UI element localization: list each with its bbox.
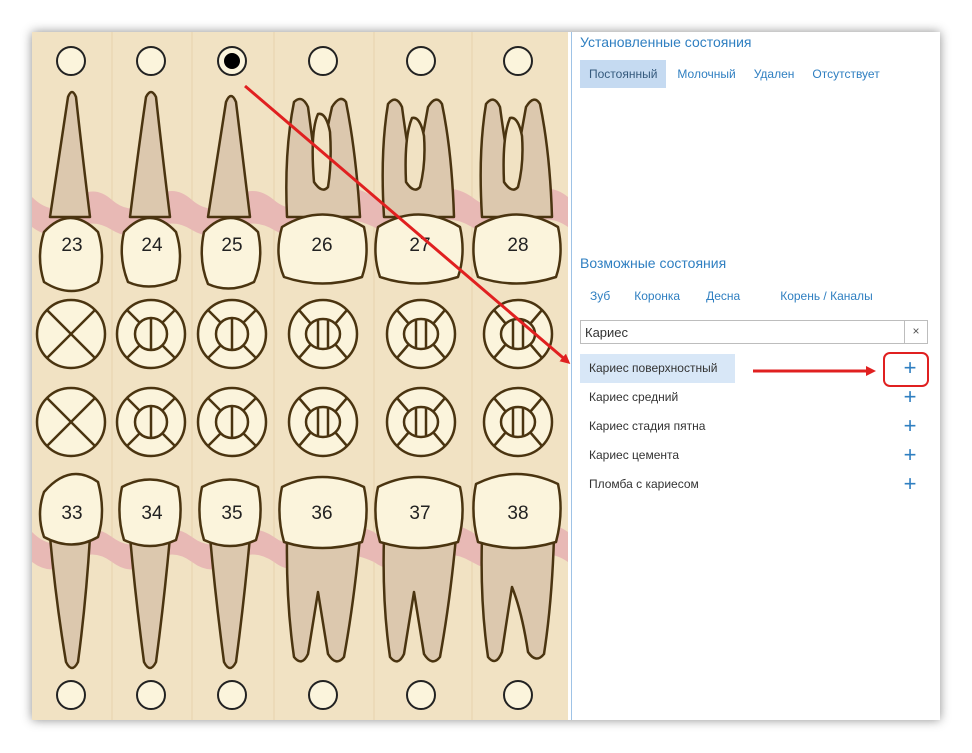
tooth-number-35: 35 xyxy=(221,503,242,524)
list-item-label: Кариес средний xyxy=(589,390,679,404)
possible-title: Возможные состояния xyxy=(580,255,727,271)
select-circle-36[interactable] xyxy=(308,680,338,710)
tab-gum[interactable]: Десна xyxy=(696,282,758,310)
tab-crown[interactable]: Коронка xyxy=(618,282,696,310)
select-circle-38[interactable] xyxy=(503,680,533,710)
tooth-24[interactable] xyxy=(120,90,182,288)
established-tabs: Постоянный Молочный Удален Отсутствует xyxy=(580,60,889,88)
tooth-number-34: 34 xyxy=(141,503,163,524)
highlight-box xyxy=(883,352,929,387)
tooth-number-26: 26 xyxy=(311,235,332,256)
list-item[interactable]: Кариес цемента + xyxy=(580,441,936,470)
search-box: × xyxy=(580,320,928,344)
select-circle-33[interactable] xyxy=(56,680,86,710)
teeth-svg: 23 24 25 26 27 28 33 34 35 36 37 38 xyxy=(32,32,568,720)
tab-tooth[interactable]: Зуб xyxy=(580,282,618,310)
tooth-number-28: 28 xyxy=(507,235,528,256)
list-item[interactable]: Пломба с кариесом + xyxy=(580,470,936,499)
select-circle-27[interactable] xyxy=(406,46,436,76)
tab-root-canals[interactable]: Корень / Каналы xyxy=(758,282,882,310)
plus-icon[interactable]: + xyxy=(900,412,920,441)
plus-icon[interactable]: + xyxy=(900,441,920,470)
select-circle-35[interactable] xyxy=(217,680,247,710)
tooth-number-38: 38 xyxy=(507,503,528,524)
list-item-label: Кариес стадия пятна xyxy=(589,419,706,433)
list-item[interactable]: Кариес стадия пятна + xyxy=(580,412,936,441)
tooth-number-27: 27 xyxy=(409,235,430,256)
tooth-number-37: 37 xyxy=(409,503,430,524)
select-circle-24[interactable] xyxy=(136,46,166,76)
plus-icon[interactable]: + xyxy=(900,383,920,412)
tooth-number-33: 33 xyxy=(61,503,82,524)
plus-icon[interactable]: + xyxy=(900,470,920,499)
list-item-label: Кариес цемента xyxy=(589,448,680,462)
established-title: Установленные состояния xyxy=(580,34,752,50)
surface-diagrams[interactable] xyxy=(35,298,554,458)
tooth-number-25: 25 xyxy=(221,235,242,256)
select-circle-26[interactable] xyxy=(308,46,338,76)
dental-chart: 23 24 25 26 27 28 33 34 35 36 37 38 xyxy=(32,32,568,720)
tab-removed[interactable]: Удален xyxy=(745,60,804,88)
possible-tabs: Зуб Коронка Десна Корень / Каналы xyxy=(580,282,883,310)
tab-absent[interactable]: Отсутствует xyxy=(803,60,888,88)
select-circle-28[interactable] xyxy=(503,46,533,76)
select-circle-34[interactable] xyxy=(136,680,166,710)
select-circle-23[interactable] xyxy=(56,46,86,76)
tooth-number-36: 36 xyxy=(311,503,332,524)
tab-milk[interactable]: Молочный xyxy=(668,60,744,88)
list-item[interactable]: Кариес поверхностный + xyxy=(580,354,916,383)
tab-permanent[interactable]: Постоянный xyxy=(580,60,667,88)
list-item-label: Пломба с кариесом xyxy=(589,477,699,491)
tooth-number-24: 24 xyxy=(141,235,163,256)
tooth-number-23: 23 xyxy=(61,235,82,256)
list-item-label: Кариес поверхностный xyxy=(589,361,718,375)
search-input[interactable] xyxy=(581,321,905,343)
list-item[interactable]: Кариес средний + xyxy=(580,383,936,412)
select-circle-37[interactable] xyxy=(406,680,436,710)
clear-icon[interactable]: × xyxy=(904,321,927,343)
selected-dot-icon xyxy=(224,53,240,69)
